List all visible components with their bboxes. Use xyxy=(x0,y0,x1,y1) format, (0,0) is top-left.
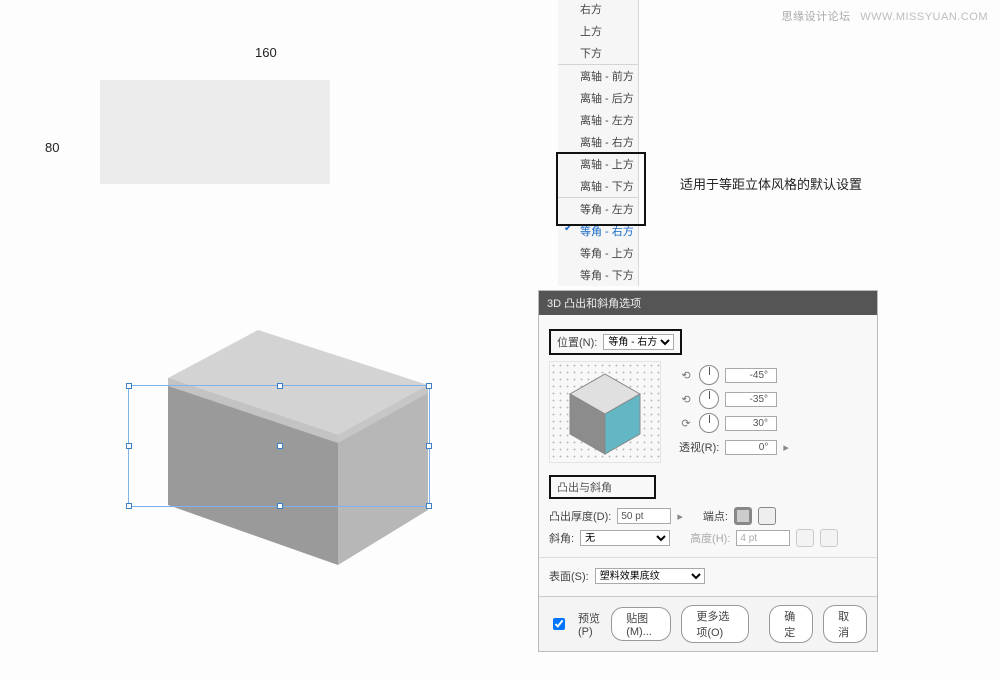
watermark-url: WWW.MISSYUAN.COM xyxy=(860,11,988,23)
extrude-depth-input[interactable] xyxy=(617,508,671,524)
extruded-box-svg xyxy=(128,310,448,590)
bevel-height-input xyxy=(736,530,790,546)
rot-y-dial[interactable] xyxy=(699,389,719,409)
preview-checkbox[interactable] xyxy=(553,618,565,630)
rotation-controls: ⟲ -45° ⟲ -35° ⟳ 30° 透视(R): 0° ▸ xyxy=(679,361,789,455)
extrude-bevel-dialog: 3D 凸出和斜角选项 位置(N): 等角 - 右方 ⟲ xyxy=(538,290,878,652)
menu-item[interactable]: 离轴 - 右方 xyxy=(558,131,638,153)
preview-label: 预览(P) xyxy=(578,610,601,638)
extrude-depth-label: 凸出厚度(D): xyxy=(549,508,611,524)
rot-z-value[interactable]: 30° xyxy=(725,416,777,431)
surface-label: 表面(S): xyxy=(549,568,589,584)
menu-item[interactable]: 离轴 - 左方 xyxy=(558,109,638,131)
rect-height-label: 80 xyxy=(45,140,59,155)
watermark-text: 思缘设计论坛 xyxy=(782,11,851,23)
raw-rectangle xyxy=(100,80,330,184)
stepper-icon[interactable]: ▸ xyxy=(677,510,683,523)
position-highlight: 位置(N): 等角 - 右方 xyxy=(549,329,682,355)
position-select[interactable]: 等角 - 右方 xyxy=(603,334,674,350)
perspective-stepper[interactable]: ▸ xyxy=(783,441,789,454)
cap-on-button[interactable] xyxy=(734,507,752,525)
bevel-in-button xyxy=(796,529,814,547)
ok-button[interactable]: 确定 xyxy=(769,605,813,643)
perspective-label: 透视(R): xyxy=(679,439,719,455)
orientation-cube[interactable] xyxy=(549,361,661,463)
watermark: 思缘设计论坛 WWW.MISSYUAN.COM xyxy=(782,8,988,24)
menu-item[interactable]: 离轴 - 前方 xyxy=(558,65,638,87)
position-label: 位置(N): xyxy=(557,334,597,350)
dialog-title: 3D 凸出和斜角选项 xyxy=(539,291,877,315)
rect-width-label: 160 xyxy=(255,45,277,60)
cap-label: 端点: xyxy=(703,508,728,524)
surface-select[interactable]: 塑料效果底纹 xyxy=(595,568,705,584)
axis-x-icon: ⟲ xyxy=(679,369,693,382)
position-preset-menu[interactable]: 右方 上方 下方 离轴 - 前方 离轴 - 后方 离轴 - 左方 离轴 - 右方… xyxy=(558,0,639,286)
raw-rectangle-block: 160 80 xyxy=(100,80,330,184)
menu-item[interactable]: 离轴 - 下方 xyxy=(558,175,638,197)
extruded-box-preview xyxy=(128,310,448,593)
menu-item[interactable]: 等角 - 下方 xyxy=(558,264,638,286)
cap-off-button[interactable] xyxy=(758,507,776,525)
menu-item[interactable]: 右方 xyxy=(558,0,638,20)
menu-item[interactable]: 上方 xyxy=(558,20,638,42)
bevel-select[interactable]: 无 xyxy=(580,530,670,546)
menu-item[interactable]: 离轴 - 上方 xyxy=(558,153,638,175)
menu-item-selected[interactable]: 等角 - 右方 xyxy=(558,220,638,242)
bevel-out-button xyxy=(820,529,838,547)
menu-caption: 适用于等距立体风格的默认设置 xyxy=(680,174,862,193)
cancel-button[interactable]: 取消 xyxy=(823,605,867,643)
rot-x-dial[interactable] xyxy=(699,365,719,385)
extrude-section-label: 凸出与斜角 xyxy=(549,475,656,499)
divider xyxy=(539,557,877,558)
rot-x-value[interactable]: -45° xyxy=(725,368,777,383)
menu-item[interactable]: 等角 - 上方 xyxy=(558,242,638,264)
rot-y-value[interactable]: -35° xyxy=(725,392,777,407)
menu-item[interactable]: 离轴 - 后方 xyxy=(558,87,638,109)
menu-item[interactable]: 等角 - 左方 xyxy=(558,198,638,220)
dialog-footer: 预览(P) 贴图(M)... 更多选项(O) 确定 取消 xyxy=(539,596,877,651)
rot-z-dial[interactable] xyxy=(699,413,719,433)
map-art-button[interactable]: 贴图(M)... xyxy=(611,607,671,641)
perspective-value[interactable]: 0° xyxy=(725,440,777,455)
menu-item[interactable]: 下方 xyxy=(558,42,638,64)
bevel-height-label: 高度(H): xyxy=(690,530,730,546)
more-options-button[interactable]: 更多选项(O) xyxy=(681,605,749,643)
bevel-label: 斜角: xyxy=(549,530,574,546)
axis-y-icon: ⟲ xyxy=(679,393,693,406)
axis-z-icon: ⟳ xyxy=(679,417,693,430)
